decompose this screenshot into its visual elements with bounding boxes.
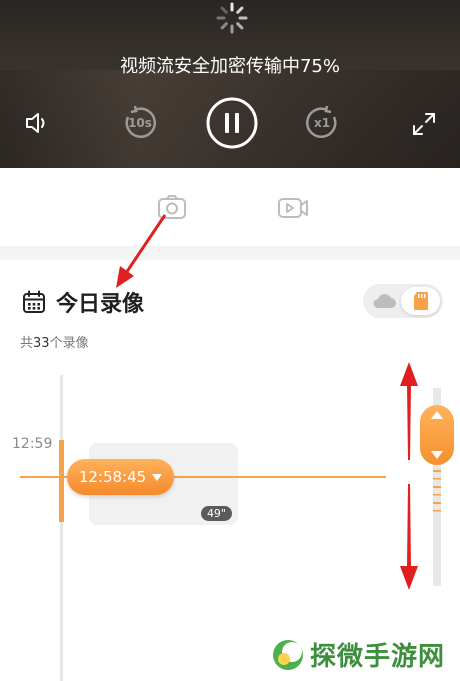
timeline-hour-label: 12:59 [12, 436, 53, 452]
pause-icon [206, 97, 258, 149]
watermark-logo-icon [273, 639, 303, 670]
rewind-10s-button[interactable]: 10s [121, 104, 159, 142]
capture-toolbar [0, 168, 460, 246]
fullscreen-icon [413, 113, 435, 135]
stream-status-text: 视频流安全加密传输中75% [119, 56, 340, 77]
speed-label: x1 [313, 116, 331, 130]
recordings-header: 今日录像 [22, 286, 144, 318]
annotation-arrow-icon [116, 214, 167, 288]
loading-spinner-icon [216, 2, 248, 34]
cloud-icon[interactable] [371, 292, 397, 310]
timeline-zoom-control[interactable] [420, 405, 454, 465]
section-divider [0, 246, 460, 260]
rewind-label: 10s [128, 116, 152, 130]
zoom-in-chevron-up-icon[interactable] [431, 411, 443, 419]
pause-button[interactable] [205, 96, 259, 150]
watermark-text: 探微手游网 [310, 642, 446, 672]
video-player[interactable]: 视频流安全加密传输中75% 10s x1 [0, 0, 460, 168]
storage-source-toggle[interactable] [363, 284, 443, 318]
timeline-axis [60, 375, 63, 681]
zoom-out-chevron-down-icon[interactable] [431, 451, 443, 459]
playback-speed-button[interactable]: x1 [303, 104, 341, 142]
volume-icon [26, 113, 45, 133]
volume-button[interactable] [22, 108, 54, 138]
watermark: 探微手游网 [272, 636, 445, 673]
caret-down-icon [152, 473, 163, 481]
sd-card-icon [413, 292, 428, 310]
current-time-selector[interactable]: 12:58:45 [67, 459, 174, 495]
annotation-double-arrow-icon [400, 362, 418, 590]
timeline-recording-segment [59, 440, 64, 522]
section-title: 今日录像 [56, 292, 145, 317]
recording-count-value: 33 [33, 336, 50, 351]
storage-toggle-knob[interactable] [401, 287, 440, 315]
recording-count: 共33个录像 [20, 336, 89, 351]
calendar-icon [23, 290, 45, 313]
fullscreen-button[interactable] [410, 110, 438, 138]
timeline-density-marks [433, 470, 441, 512]
video-record-icon [278, 198, 308, 218]
current-time: 12:58:45 [78, 468, 147, 486]
record-video-button[interactable] [275, 194, 311, 222]
recording-duration: 49" [200, 506, 232, 521]
